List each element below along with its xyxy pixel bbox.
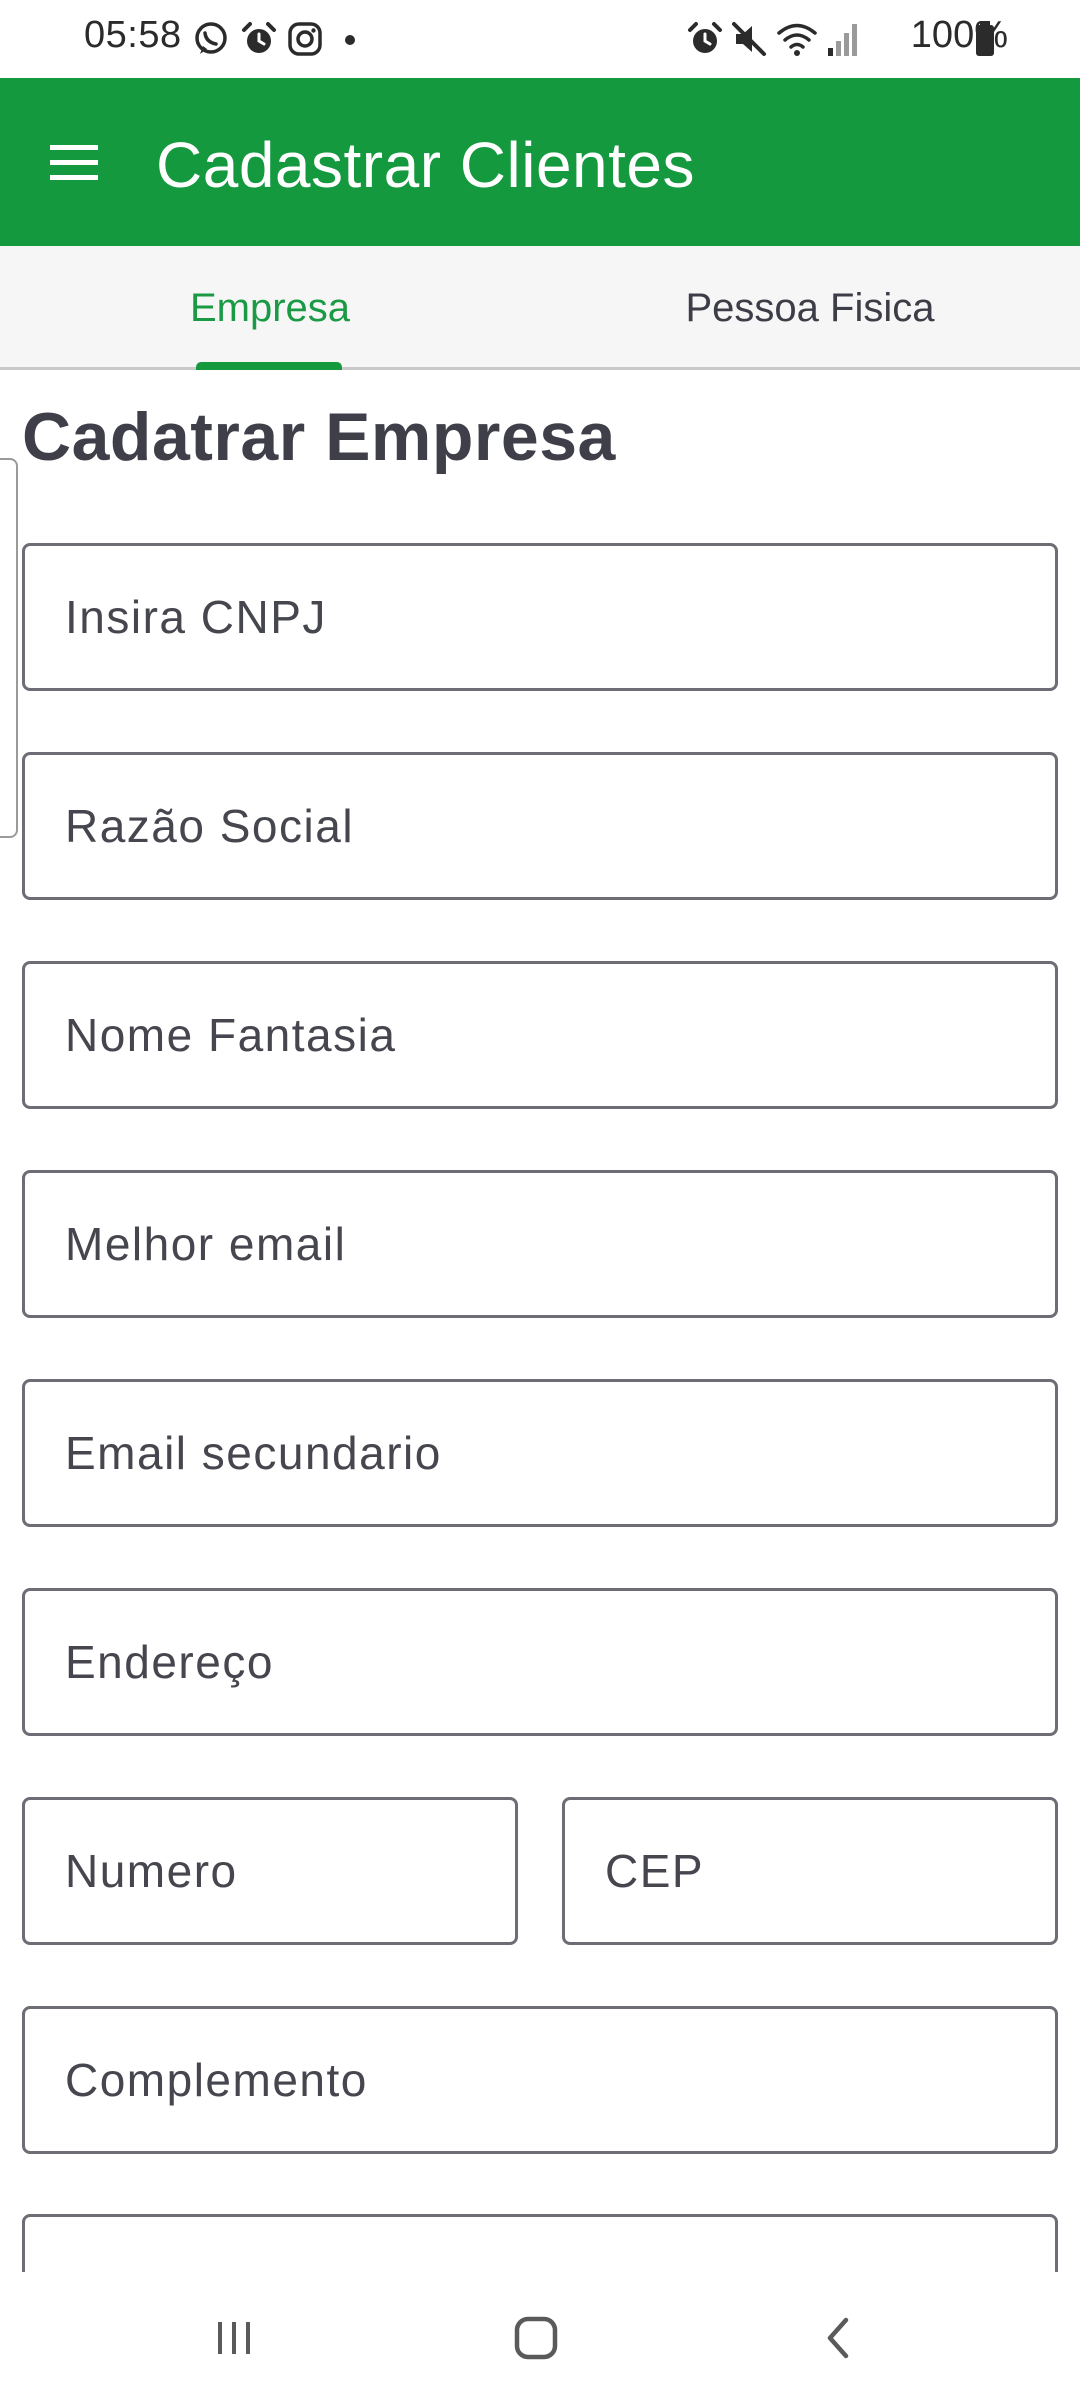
nome-fantasia-field[interactable] [22,961,1058,1109]
hamburger-menu-icon [50,145,98,180]
razao-social-input[interactable] [25,755,1055,897]
whatsapp-icon [195,22,227,54]
menu-button[interactable] [34,128,114,198]
tab-empresa[interactable]: Empresa [0,246,540,370]
complemento-field[interactable] [22,2006,1058,2154]
back-icon [827,2317,849,2359]
home-icon [514,2316,558,2360]
nome-fantasia-input[interactable] [25,964,1055,1106]
endereco-field[interactable] [22,1588,1058,1736]
instagram-icon [288,22,322,56]
alarm-icon [242,22,276,53]
mute-icon [732,22,766,56]
razao-social-field[interactable] [22,752,1058,900]
battery-icon [976,21,994,56]
system-nav-bar [0,2272,1080,2400]
page-heading: Cadatrar Empresa [22,399,616,475]
endereco-input[interactable] [25,1591,1055,1733]
cep-input[interactable] [565,1800,1055,1942]
active-tab-indicator [196,362,342,370]
app-bar: Cadastrar Clientes [0,78,1080,246]
recent-apps-button[interactable] [174,2300,294,2376]
signal-icon [828,24,857,56]
wifi-icon [777,23,817,56]
melhor-email-input[interactable] [25,1173,1055,1315]
email-secundario-field[interactable] [22,1379,1058,1527]
email-secundario-input[interactable] [25,1382,1055,1524]
home-button[interactable] [476,2300,596,2376]
side-panel-handle[interactable] [0,458,18,838]
recent-apps-icon [218,2322,250,2354]
alarm-icon [688,22,722,53]
cnpj-field[interactable] [22,543,1058,691]
tab-pessoa-fisica[interactable]: Pessoa Fisica [540,246,1080,370]
complemento-input[interactable] [25,2009,1055,2151]
melhor-email-field[interactable] [22,1170,1058,1318]
status-time: 05:58 [84,14,182,56]
cnpj-input[interactable] [25,546,1055,688]
status-bar: 05:58 100% [0,0,1080,78]
back-button[interactable] [778,2300,898,2376]
numero-field[interactable] [22,1797,518,1945]
tab-bar: Empresa Pessoa Fisica [0,246,1080,370]
app-title: Cadastrar Clientes [156,129,695,201]
cep-field[interactable] [562,1797,1058,1945]
dot-icon [345,35,355,45]
numero-input[interactable] [25,1800,515,1942]
